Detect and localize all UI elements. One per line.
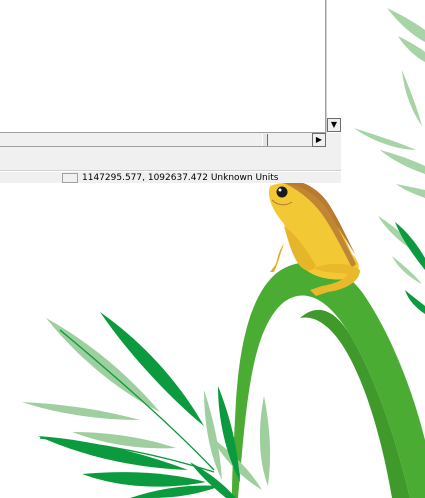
triangle-down-icon: ▼ xyxy=(330,120,338,129)
leaf xyxy=(130,485,220,498)
frog-front-leg xyxy=(270,244,284,272)
scroll-right-button[interactable]: ▶ xyxy=(312,133,326,147)
leaf xyxy=(402,70,422,126)
frog-eye-shine xyxy=(278,188,282,192)
scroll-down-button[interactable]: ▼ xyxy=(327,118,341,132)
drawing-canvas[interactable] xyxy=(0,0,326,133)
toolbar-strip xyxy=(0,147,341,171)
leaf xyxy=(82,472,206,487)
horizontal-scrollbar[interactable]: ▶ xyxy=(0,133,326,147)
leaf xyxy=(387,8,425,42)
frog-eye xyxy=(276,186,288,198)
leaf xyxy=(354,128,416,150)
app-window: ▼ ▶ 1147295.577, 1092637.472 Unknown Uni… xyxy=(0,0,341,183)
scrollbar-corner xyxy=(326,133,341,147)
leaf xyxy=(22,402,140,420)
status-bar: 1147295.577, 1092637.472 Unknown Units xyxy=(0,171,341,183)
status-coordinates: 1147295.577, 1092637.472 Unknown Units xyxy=(82,173,279,183)
leaf xyxy=(398,36,425,62)
leaf xyxy=(396,184,425,198)
leaf xyxy=(380,150,425,174)
triangle-right-icon: ▶ xyxy=(315,135,323,144)
leaf xyxy=(259,396,271,486)
horizontal-scroll-thumb[interactable] xyxy=(262,134,268,146)
vertical-scrollbar[interactable]: ▼ xyxy=(326,0,341,133)
status-cell xyxy=(62,173,78,183)
leaf xyxy=(405,290,425,314)
